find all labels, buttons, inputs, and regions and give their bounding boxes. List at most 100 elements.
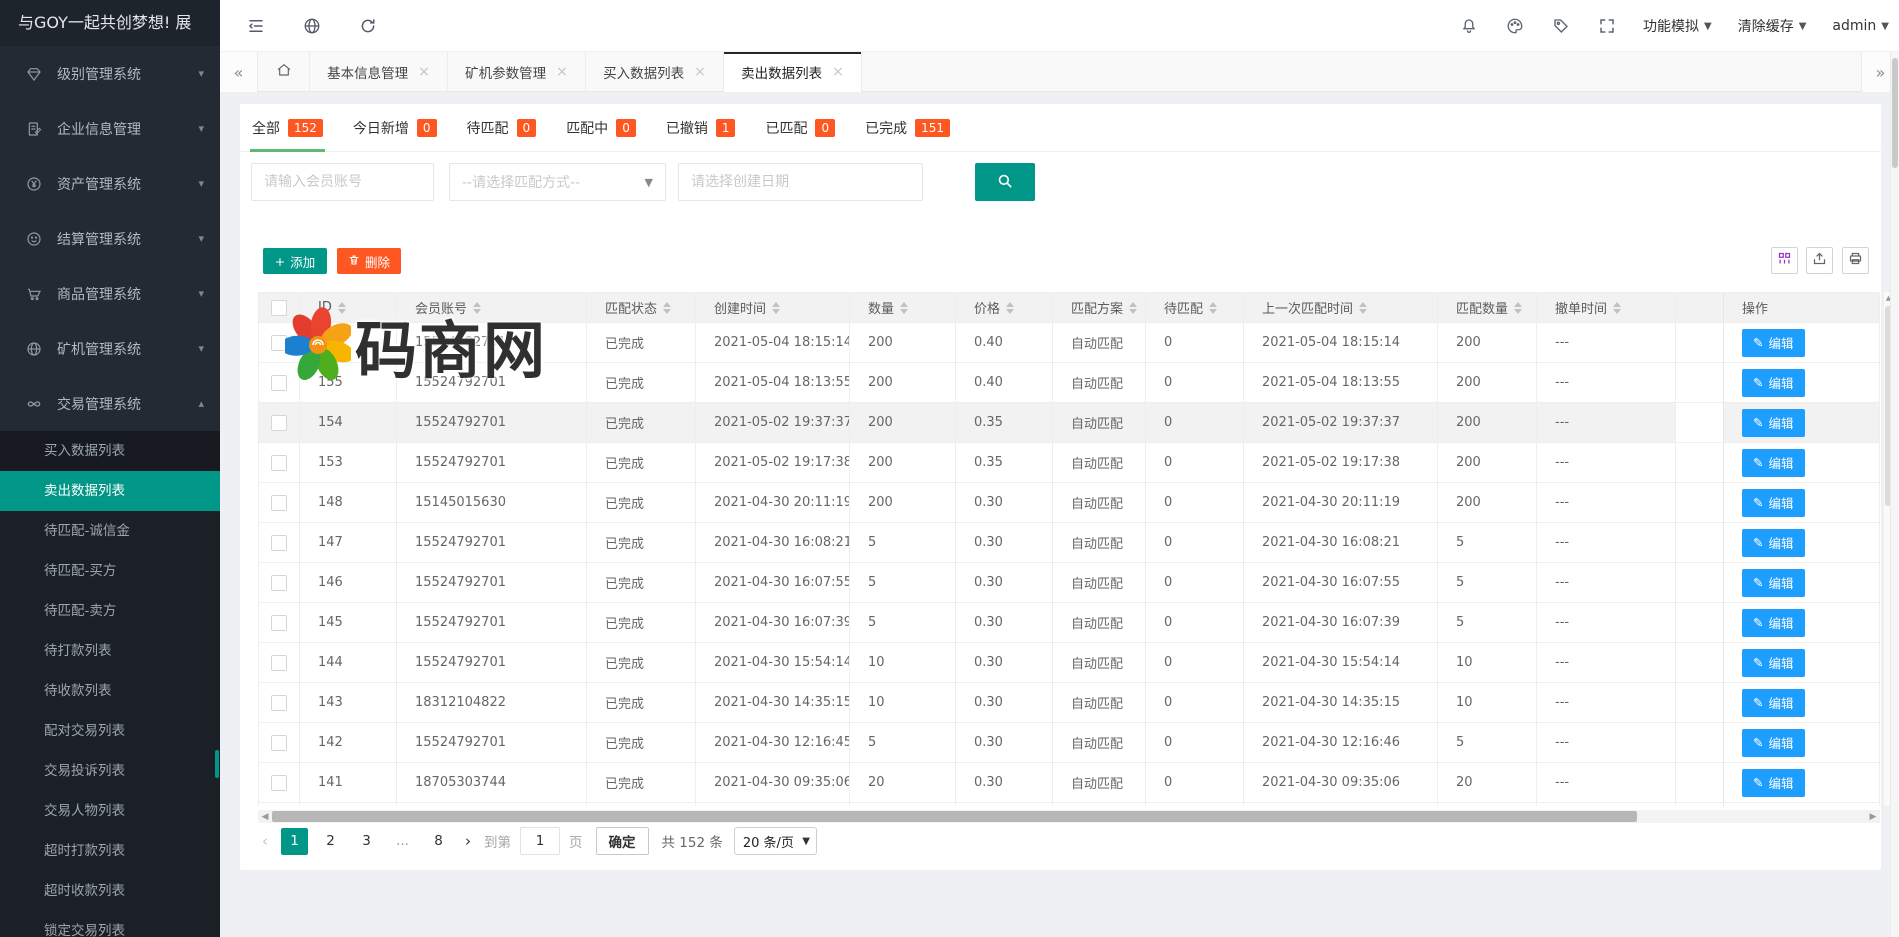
topbar-menu-admin[interactable]: admin▼ xyxy=(1832,18,1889,34)
sidebar-subitem-买入数据列表[interactable]: 买入数据列表 xyxy=(0,431,220,471)
column-header-上一次匹配时间[interactable]: 上一次匹配时间 xyxy=(1244,293,1438,322)
print-button[interactable] xyxy=(1842,247,1869,274)
row-checkbox[interactable] xyxy=(271,535,287,551)
row-checkbox[interactable] xyxy=(271,655,287,671)
close-icon[interactable]: × xyxy=(556,64,568,80)
sort-icon[interactable] xyxy=(663,302,671,314)
match-type-select[interactable]: --请选择匹配方式-- ▼ xyxy=(449,163,666,201)
jump-confirm-button[interactable]: 确定 xyxy=(596,827,649,855)
filter-tab-已撤销[interactable]: 已撤销1 xyxy=(664,104,738,152)
edit-button[interactable]: ✎编辑 xyxy=(1742,689,1805,717)
sidebar-item-矿机管理系统[interactable]: 矿机管理系统▾ xyxy=(0,321,220,376)
sidebar-subitem-配对交易列表[interactable]: 配对交易列表 xyxy=(0,711,220,751)
export-button[interactable] xyxy=(1806,247,1833,274)
sort-icon[interactable] xyxy=(473,302,481,314)
edit-button[interactable]: ✎编辑 xyxy=(1742,729,1805,757)
sidebar-item-交易管理系统[interactable]: 交易管理系统▴ xyxy=(0,376,220,431)
page-number-8[interactable]: 8 xyxy=(425,828,452,855)
sidebar-subitem-交易人物列表[interactable]: 交易人物列表 xyxy=(0,791,220,831)
close-icon[interactable]: × xyxy=(694,64,706,80)
row-checkbox[interactable] xyxy=(271,495,287,511)
column-header-创建时间[interactable]: 创建时间 xyxy=(696,293,850,322)
sidebar-subitem-交易投诉列表[interactable]: 交易投诉列表 xyxy=(0,751,220,791)
page-number-1[interactable]: 1 xyxy=(281,828,308,855)
row-checkbox[interactable] xyxy=(271,775,287,791)
row-checkbox[interactable] xyxy=(271,335,287,351)
tab-矿机参数管理[interactable]: 矿机参数管理× xyxy=(448,52,586,92)
bell-icon[interactable] xyxy=(1459,16,1479,36)
sort-icon[interactable] xyxy=(1359,302,1367,314)
filter-tab-全部[interactable]: 全部152 xyxy=(250,104,325,152)
column-header-匹配状态[interactable]: 匹配状态 xyxy=(587,293,696,322)
sidebar-subitem-锁定交易列表[interactable]: 锁定交易列表 xyxy=(0,911,220,937)
tabs-scroll-left[interactable]: « xyxy=(220,52,258,92)
sort-icon[interactable] xyxy=(338,302,346,314)
row-checkbox[interactable] xyxy=(271,415,287,431)
sort-icon[interactable] xyxy=(1514,302,1522,314)
horizontal-scrollbar[interactable]: ◀ ▶ xyxy=(258,810,1880,823)
page-scrollbar-thumb[interactable] xyxy=(1892,58,1898,168)
edit-button[interactable]: ✎编辑 xyxy=(1742,489,1805,517)
sidebar-scrollbar-thumb[interactable] xyxy=(215,750,219,778)
row-checkbox[interactable] xyxy=(271,735,287,751)
edit-button[interactable]: ✎编辑 xyxy=(1742,649,1805,677)
refresh-icon[interactable] xyxy=(358,16,378,36)
page-number-2[interactable]: 2 xyxy=(317,828,344,855)
toggle-columns-button[interactable] xyxy=(1771,247,1798,274)
search-button[interactable] xyxy=(975,163,1035,201)
edit-button[interactable]: ✎编辑 xyxy=(1742,769,1805,797)
page-number-3[interactable]: 3 xyxy=(353,828,380,855)
horizontal-scrollbar-thumb[interactable] xyxy=(272,811,1637,822)
edit-button[interactable]: ✎编辑 xyxy=(1742,329,1805,357)
column-header-数量[interactable]: 数量 xyxy=(850,293,956,322)
next-page-icon[interactable]: › xyxy=(461,832,475,850)
prev-page-icon[interactable]: ‹ xyxy=(258,832,272,850)
tab-home[interactable] xyxy=(258,52,310,92)
sidebar-subitem-卖出数据列表[interactable]: 卖出数据列表 xyxy=(0,471,220,511)
sidebar-subitem-待匹配-卖方[interactable]: 待匹配-卖方 xyxy=(0,591,220,631)
sort-icon[interactable] xyxy=(1209,302,1217,314)
filter-tab-已匹配[interactable]: 已匹配0 xyxy=(763,104,837,152)
topbar-menu-清除缓存[interactable]: 清除缓存▼ xyxy=(1738,16,1807,36)
column-header-价格[interactable]: 价格 xyxy=(956,293,1053,322)
sort-icon[interactable] xyxy=(1129,302,1137,314)
edit-button[interactable]: ✎编辑 xyxy=(1742,529,1805,557)
edit-button[interactable]: ✎编辑 xyxy=(1742,609,1805,637)
close-icon[interactable]: × xyxy=(418,64,430,80)
scroll-right-arrow-icon[interactable]: ▶ xyxy=(1866,812,1880,822)
row-checkbox[interactable] xyxy=(271,575,287,591)
row-checkbox[interactable] xyxy=(271,455,287,471)
close-icon[interactable]: × xyxy=(832,64,844,80)
sidebar-subitem-待收款列表[interactable]: 待收款列表 xyxy=(0,671,220,711)
select-all-checkbox[interactable] xyxy=(271,300,287,316)
page-size-select[interactable]: 20 条/页 ▼ xyxy=(734,827,817,855)
edit-button[interactable]: ✎编辑 xyxy=(1742,369,1805,397)
tab-卖出数据列表[interactable]: 卖出数据列表× xyxy=(724,52,862,92)
column-header-匹配方案[interactable]: 匹配方案 xyxy=(1053,293,1146,322)
add-button[interactable]: + 添加 xyxy=(263,248,327,274)
column-header-待匹配[interactable]: 待匹配 xyxy=(1146,293,1244,322)
column-header-ID[interactable]: ID xyxy=(300,293,397,322)
sidebar-item-商品管理系统[interactable]: 商品管理系统▾ xyxy=(0,266,220,321)
sidebar-subitem-待匹配-买方[interactable]: 待匹配-买方 xyxy=(0,551,220,591)
row-checkbox[interactable] xyxy=(271,615,287,631)
sidebar-item-企业信息管理[interactable]: 企业信息管理▾ xyxy=(0,101,220,156)
sidebar-subitem-待打款列表[interactable]: 待打款列表 xyxy=(0,631,220,671)
tag-icon[interactable] xyxy=(1551,16,1571,36)
globe-icon[interactable] xyxy=(302,16,322,36)
sort-icon[interactable] xyxy=(1006,302,1014,314)
sidebar-subitem-待匹配-诚信金[interactable]: 待匹配-诚信金 xyxy=(0,511,220,551)
sort-icon[interactable] xyxy=(772,302,780,314)
sidebar-item-级别管理系统[interactable]: 级别管理系统▾ xyxy=(0,46,220,101)
sort-icon[interactable] xyxy=(900,302,908,314)
row-checkbox[interactable] xyxy=(271,375,287,391)
column-header-会员账号[interactable]: 会员账号 xyxy=(397,293,587,322)
sort-icon[interactable] xyxy=(1613,302,1621,314)
filter-tab-已完成[interactable]: 已完成151 xyxy=(863,104,952,152)
sidebar-subitem-超时打款列表[interactable]: 超时打款列表 xyxy=(0,831,220,871)
delete-button[interactable]: 删除 xyxy=(337,248,401,274)
jump-page-input[interactable] xyxy=(520,827,560,855)
scroll-left-arrow-icon[interactable]: ◀ xyxy=(258,812,272,822)
column-header-撤单时间[interactable]: 撤单时间 xyxy=(1537,293,1676,322)
create-date-input[interactable] xyxy=(678,163,923,201)
